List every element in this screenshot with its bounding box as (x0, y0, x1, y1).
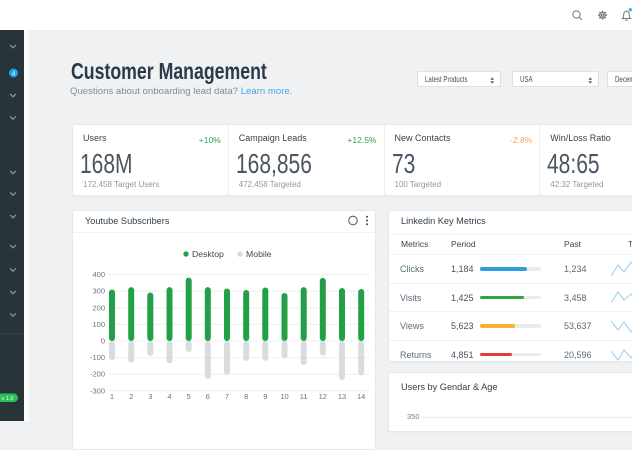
svg-text:10: 10 (280, 392, 288, 401)
svg-text:100: 100 (92, 320, 105, 329)
svg-text:-100: -100 (90, 353, 105, 362)
svg-text:3: 3 (148, 392, 152, 401)
svg-text:300: 300 (92, 287, 105, 296)
svg-text:12: 12 (319, 392, 327, 401)
svg-text:4: 4 (167, 392, 171, 401)
svg-text:Mobile: Mobile (246, 249, 272, 259)
svg-text:2: 2 (129, 392, 133, 401)
svg-text:-200: -200 (90, 370, 105, 379)
svg-text:-300: -300 (90, 386, 105, 395)
svg-text:Desktop: Desktop (192, 249, 224, 259)
svg-text:9: 9 (263, 392, 267, 401)
svg-text:4: 4 (12, 71, 16, 78)
svg-text:7: 7 (225, 392, 229, 401)
svg-text:8: 8 (244, 392, 248, 401)
svg-text:v 1.0: v 1.0 (2, 396, 14, 402)
svg-text:0: 0 (101, 337, 105, 346)
svg-text:5: 5 (187, 392, 191, 401)
svg-text:13: 13 (338, 392, 346, 401)
svg-text:1: 1 (110, 392, 114, 401)
svg-text:11: 11 (300, 392, 308, 401)
svg-text:14: 14 (357, 392, 365, 401)
svg-text:6: 6 (206, 392, 210, 401)
svg-text:400: 400 (92, 270, 105, 279)
svg-text:200: 200 (92, 303, 105, 312)
